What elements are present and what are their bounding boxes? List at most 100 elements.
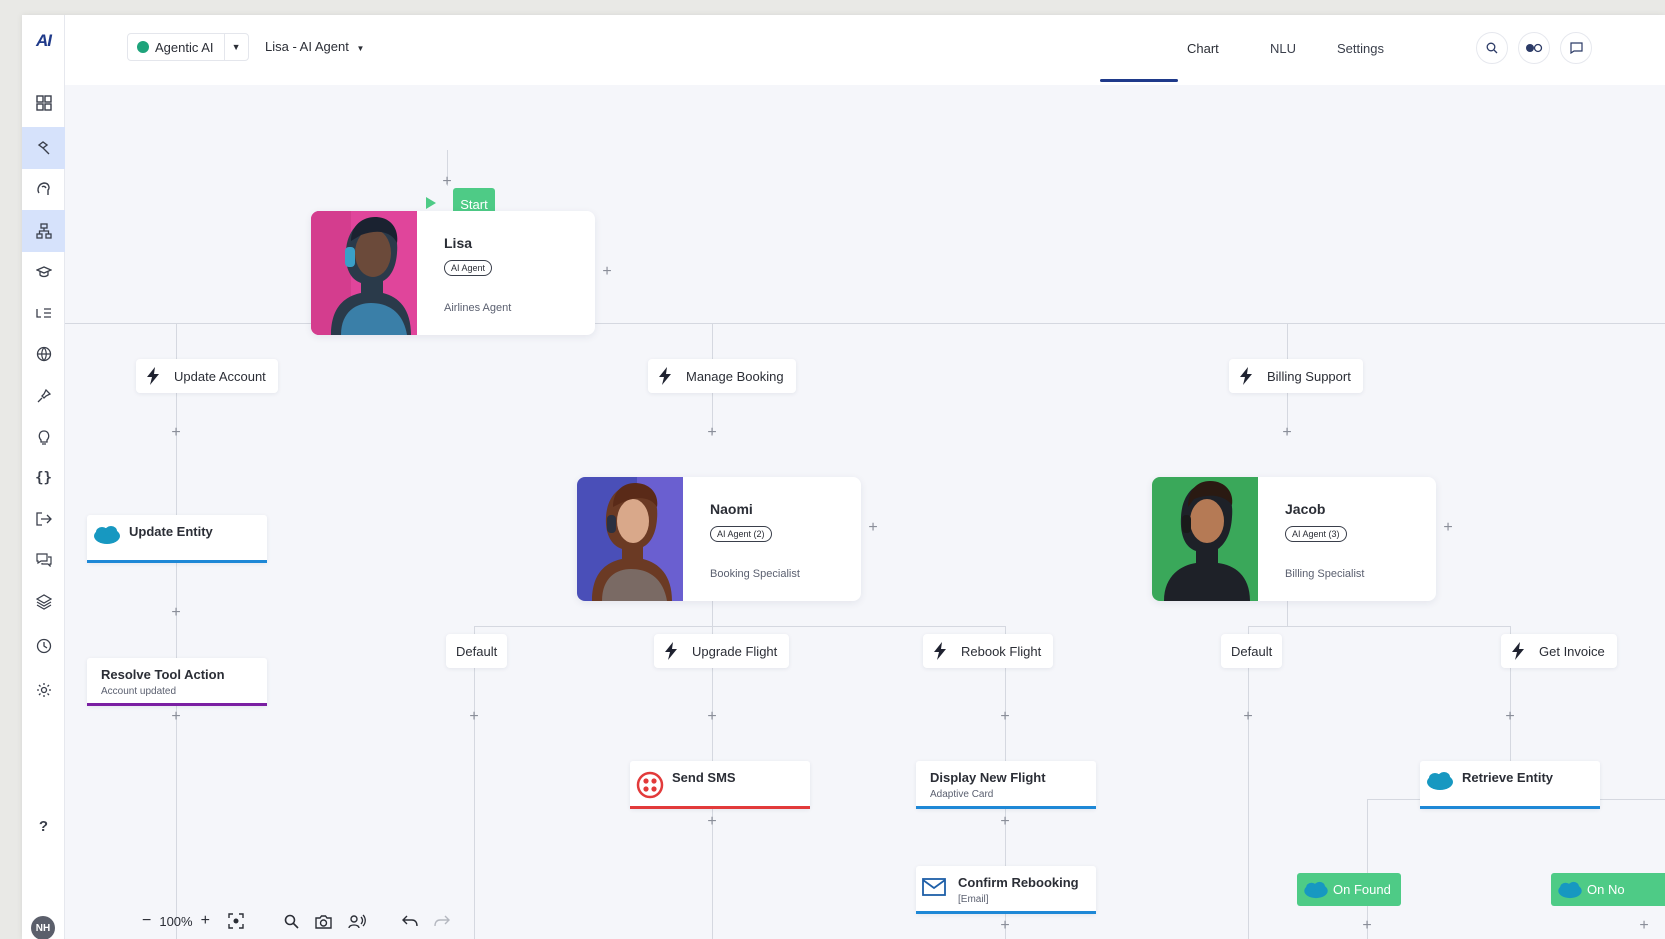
play-icon[interactable] — [426, 197, 436, 209]
agent-card-lisa[interactable]: Lisa AI Agent Airlines Agent — [311, 211, 595, 335]
chat-preview-button[interactable] — [1560, 32, 1592, 64]
sidebar-item-integrations[interactable] — [22, 375, 65, 417]
agent-name: Naomi — [710, 501, 753, 517]
sidebar-item-intelligence[interactable] — [22, 168, 65, 210]
avatar[interactable]: NH — [31, 916, 55, 939]
redo-button[interactable] — [434, 915, 450, 927]
zoom-out-button[interactable]: − — [142, 912, 151, 930]
condition-default-naomi[interactable]: Default — [446, 634, 508, 668]
add-node-button[interactable]: + — [1503, 709, 1517, 725]
search-button[interactable] — [1476, 32, 1508, 64]
sidebar-item-training[interactable] — [22, 251, 65, 293]
project-name: Agentic AI — [155, 39, 214, 55]
intent-trigger-get-invoice[interactable]: Get Invoice — [1501, 634, 1617, 668]
node-resolve-tool-action[interactable]: Resolve Tool Action Account updated — [87, 658, 267, 706]
sidebar-item-channels[interactable] — [22, 333, 65, 375]
add-node-button[interactable]: + — [1637, 918, 1651, 934]
chat-icon — [35, 553, 52, 567]
sidebar-item-variables[interactable]: {} — [22, 457, 65, 499]
add-node-button[interactable]: + — [467, 709, 481, 725]
connector — [1248, 626, 1510, 627]
node-title: Confirm Rebooking — [958, 875, 1079, 890]
test-agent-button[interactable] — [1518, 32, 1550, 64]
add-node-button[interactable]: + — [998, 918, 1012, 934]
sidebar-item-dashboard[interactable] — [22, 82, 65, 124]
intent-trigger-rebook-flight[interactable]: Rebook Flight — [923, 634, 1054, 668]
add-node-button[interactable]: + — [440, 174, 454, 190]
add-node-button[interactable]: + — [705, 425, 719, 441]
node-update-entity[interactable]: Update Entity — [87, 515, 267, 563]
outcome-on-found[interactable]: On Found — [1297, 873, 1401, 906]
add-node-button[interactable]: + — [705, 814, 719, 830]
add-node-button[interactable]: + — [169, 425, 183, 441]
intent-trigger-update-account[interactable]: Update Account — [136, 359, 278, 393]
list-icon — [35, 308, 51, 318]
search-canvas-button[interactable] — [284, 914, 299, 929]
intent-trigger-billing-support[interactable]: Billing Support — [1229, 359, 1363, 393]
node-confirm-rebooking[interactable]: Confirm Rebooking [Email] — [916, 866, 1096, 914]
lightning-icon — [147, 367, 159, 385]
salesforce-icon — [94, 526, 120, 544]
logout-icon — [35, 512, 52, 526]
sidebar-item-conversations[interactable] — [22, 539, 65, 581]
add-node-button[interactable]: + — [1441, 520, 1455, 536]
search-icon — [284, 914, 299, 929]
agent-card-naomi[interactable]: Naomi AI Agent (2) Booking Specialist — [577, 477, 861, 601]
sidebar-item-deploy[interactable] — [22, 498, 65, 540]
flow-canvas[interactable]: + + + + + + + + + + + + + + + + + + + St… — [65, 85, 1665, 939]
sidebar-item-history[interactable] — [22, 625, 65, 667]
node-status-bar — [916, 911, 1096, 914]
intent-trigger-upgrade-flight[interactable]: Upgrade Flight — [654, 634, 790, 668]
trigger-label: Default — [1231, 643, 1273, 659]
toggle-icon — [1526, 43, 1543, 53]
add-node-button[interactable]: + — [169, 605, 183, 621]
chevron-down-icon[interactable]: ▼ — [223, 34, 248, 60]
node-status-bar — [87, 703, 267, 706]
connector — [65, 323, 1665, 324]
sidebar-item-settings[interactable] — [22, 669, 65, 711]
node-subtitle: Adaptive Card — [930, 789, 994, 800]
redo-icon — [434, 915, 450, 927]
voice-preview-button[interactable] — [348, 914, 366, 929]
help-button[interactable]: ? — [22, 805, 65, 847]
sidebar-item-insights[interactable] — [22, 416, 65, 458]
tab-chart[interactable]: Chart — [1187, 41, 1219, 56]
sidebar-item-logs[interactable] — [22, 292, 65, 334]
fit-view-button[interactable] — [228, 913, 244, 929]
sidebar-item-flows[interactable] — [22, 210, 65, 252]
node-retrieve-entity[interactable]: Retrieve Entity — [1420, 761, 1600, 809]
undo-button[interactable] — [401, 915, 418, 927]
condition-default-jacob[interactable]: Default — [1221, 634, 1283, 668]
globe-icon — [36, 346, 51, 362]
tab-settings[interactable]: Settings — [1337, 41, 1384, 56]
twilio-icon — [636, 771, 664, 799]
node-display-new-flight[interactable]: Display New Flight Adaptive Card — [916, 761, 1096, 809]
trigger-label: Upgrade Flight — [692, 643, 778, 659]
intent-trigger-manage-booking[interactable]: Manage Booking — [648, 359, 796, 393]
add-node-button[interactable]: + — [705, 709, 719, 725]
app-logo[interactable]: AI — [22, 31, 65, 51]
node-title: Update Entity — [129, 524, 213, 539]
sidebar-item-build[interactable] — [22, 127, 65, 169]
agent-card-jacob[interactable]: Jacob AI Agent (3) Billing Specialist — [1152, 477, 1436, 601]
sidebar-item-knowledge[interactable] — [22, 581, 65, 623]
add-node-button[interactable]: + — [1241, 709, 1255, 725]
outcome-on-not-found[interactable]: On No — [1551, 873, 1665, 906]
project-selector[interactable]: Agentic AI ▼ — [127, 33, 249, 61]
add-node-button[interactable]: + — [998, 709, 1012, 725]
project-status-dot — [137, 41, 149, 53]
zoom-in-button[interactable]: + — [201, 912, 210, 930]
add-node-button[interactable]: + — [1360, 918, 1374, 934]
agent-selector[interactable]: Lisa - AI Agent ▼ — [265, 39, 364, 54]
node-send-sms[interactable]: Send SMS — [630, 761, 810, 809]
add-node-button[interactable]: + — [1280, 425, 1294, 441]
add-node-button[interactable]: + — [169, 709, 183, 725]
tab-nlu[interactable]: NLU — [1270, 41, 1296, 56]
add-node-button[interactable]: + — [866, 520, 880, 536]
graduation-cap-icon — [35, 266, 52, 278]
hammer-icon — [37, 141, 49, 155]
add-node-button[interactable]: + — [998, 814, 1012, 830]
add-node-button[interactable]: + — [600, 264, 614, 280]
undo-icon — [401, 915, 418, 927]
screenshot-button[interactable] — [315, 914, 332, 929]
